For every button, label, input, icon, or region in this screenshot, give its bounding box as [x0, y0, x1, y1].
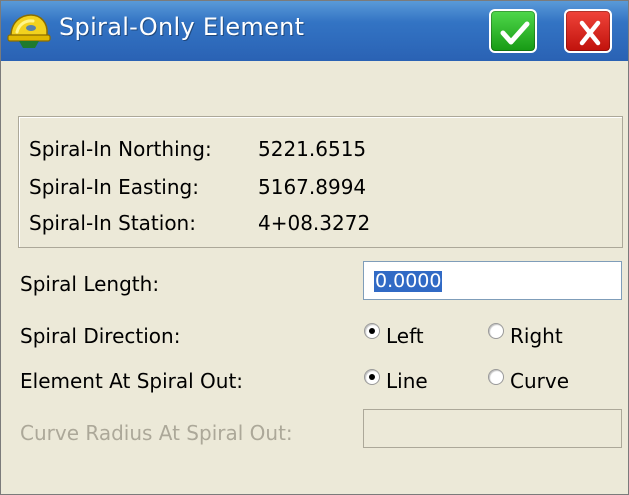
element-curve-radio[interactable]	[488, 369, 504, 385]
direction-right-label[interactable]: Right	[510, 324, 563, 348]
northing-value: 5221.6515	[258, 137, 367, 161]
close-button[interactable]	[564, 9, 612, 53]
element-line-radio[interactable]	[364, 369, 380, 385]
spiral-direction-label: Spiral Direction:	[20, 324, 181, 348]
spiral-length-input[interactable]: 0.0000	[363, 261, 622, 300]
northing-label: Spiral-In Northing:	[29, 137, 212, 161]
direction-left-label[interactable]: Left	[386, 324, 424, 348]
window-title: Spiral-Only Element	[59, 13, 305, 41]
direction-left-radio[interactable]	[364, 323, 380, 339]
easting-value: 5167.8994	[258, 175, 367, 199]
station-label: Spiral-In Station:	[29, 211, 196, 235]
curve-radius-label: Curve Radius At Spiral Out:	[20, 421, 293, 445]
ok-button[interactable]	[489, 9, 537, 53]
helmet-icon	[7, 10, 51, 52]
spiral-length-label: Spiral Length:	[20, 272, 160, 296]
spiral-in-info-group: Spiral-In Northing: 5221.6515 Spiral-In …	[18, 116, 623, 248]
title-bar: Spiral-Only Element	[1, 1, 628, 61]
direction-right-radio[interactable]	[488, 323, 504, 339]
element-curve-label[interactable]: Curve	[510, 369, 569, 393]
station-value: 4+08.3272	[258, 211, 371, 235]
spiral-only-element-dialog: Spiral-Only Element Spiral-In Northing: …	[0, 0, 629, 495]
curve-radius-input	[363, 409, 622, 448]
spiral-length-value: 0.0000	[374, 270, 443, 292]
element-out-label: Element At Spiral Out:	[20, 369, 244, 393]
element-line-label[interactable]: Line	[386, 369, 428, 393]
easting-label: Spiral-In Easting:	[29, 175, 199, 199]
